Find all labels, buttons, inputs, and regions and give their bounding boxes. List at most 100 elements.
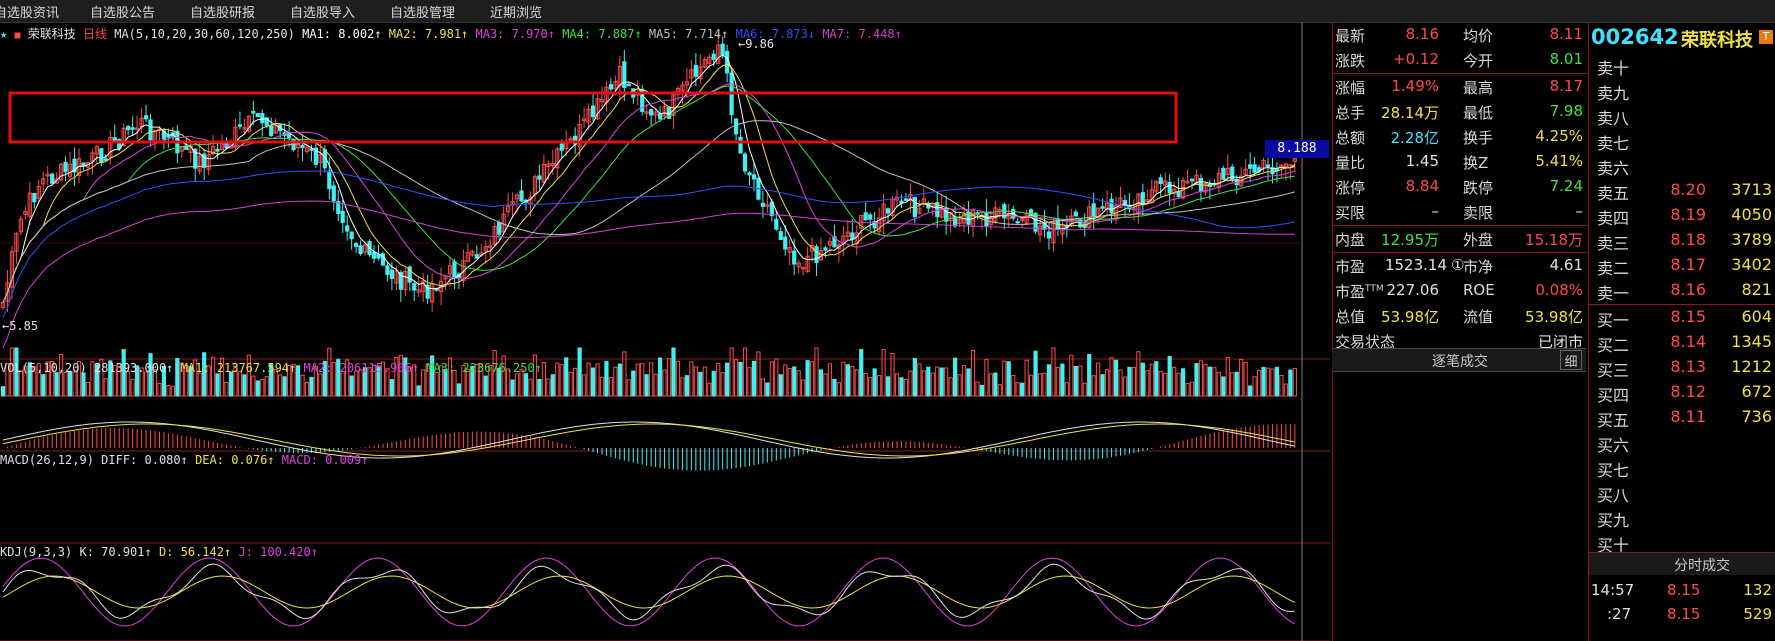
volume-bar [617, 363, 622, 397]
trade-details-bar[interactable]: 逐笔成交 细 [1332, 348, 1586, 372]
tick-time: 14:57 [1591, 581, 1635, 599]
tab-watchlist-news[interactable]: 自选股资讯 [0, 2, 59, 21]
buy-level-row[interactable]: 买七 [1589, 455, 1775, 480]
volume-bar [979, 384, 985, 397]
buy-level-row[interactable]: 买二 8.14 1345 [1589, 330, 1775, 355]
sell-level-row[interactable]: 卖九 [1589, 78, 1775, 103]
quote-label: 今开 [1463, 52, 1494, 70]
quote-value: – [1431, 202, 1440, 220]
sell-level-row[interactable]: 卖二 8.17 3402 [1589, 253, 1775, 278]
buy-level-row[interactable]: 买九 [1589, 505, 1775, 530]
tab-watchlist-import[interactable]: 自选股导入 [290, 2, 355, 21]
quote-value: 53.98亿 [1525, 308, 1583, 326]
tab-watchlist-research[interactable]: 自选股研报 [190, 2, 255, 21]
candle-body [1221, 167, 1226, 180]
candle-body [1046, 231, 1052, 239]
ma-line [2, 63, 1295, 303]
sell-level-row[interactable]: 卖四 8.19 4050 [1589, 203, 1775, 228]
volume-bar [760, 378, 765, 397]
ma-line [2, 85, 1295, 303]
sell-level-row[interactable]: 卖八 [1589, 103, 1775, 128]
volume-bar [1037, 373, 1043, 397]
ticks-header[interactable]: 分时成交 [1589, 553, 1775, 575]
volume-bar [872, 368, 877, 397]
volume-bar [54, 372, 59, 397]
volume-bar [613, 366, 618, 397]
volume-bar [1216, 371, 1221, 397]
quote-value: – [1575, 202, 1584, 220]
tick-time: :27 [1607, 605, 1632, 623]
tab-recent-browse[interactable]: 近期浏览 [490, 2, 542, 21]
trades-tab[interactable]: 逐笔成交 [1432, 351, 1488, 371]
period-label[interactable]: 日线 [83, 27, 107, 41]
tab-watchlist-announcements[interactable]: 自选股公告 [90, 2, 155, 21]
candle-body [81, 162, 86, 167]
sell-level-row[interactable]: 卖七 [1589, 128, 1775, 153]
kdj-d-line [2, 575, 1296, 609]
volume-bar [961, 364, 967, 397]
buy-level-label: 买四 [1597, 386, 1630, 405]
volume-bar [1221, 376, 1226, 397]
buy-level-row[interactable]: 买六 [1589, 430, 1775, 455]
quote-row: 总手 28.14万 最低 7.98 [1333, 100, 1587, 124]
volume-bar [1189, 381, 1195, 397]
volume-bar [1158, 370, 1163, 397]
buy-level-row[interactable]: 买三 8.13 1212 [1589, 355, 1775, 380]
financing-t-icon[interactable]: T [1759, 30, 1773, 44]
quote-separator [1333, 252, 1587, 253]
candle-body [130, 127, 135, 130]
tab-watchlist-manage[interactable]: 自选股管理 [390, 2, 455, 21]
volume-bar [143, 371, 149, 397]
kdj-value-2: D: 56.142↑ [151, 545, 232, 559]
volume-bar [1270, 368, 1275, 397]
quote-value: 8.16 [1405, 25, 1439, 43]
volume-bar [573, 367, 578, 397]
sell-level-row[interactable]: 卖五 8.20 3713 [1589, 178, 1775, 203]
quote-label: 量比 [1335, 154, 1366, 172]
volume-bar [242, 374, 247, 397]
volume-bar [41, 374, 46, 397]
volume-bar [1180, 368, 1186, 397]
volume-bar [657, 357, 663, 397]
candle-body [537, 175, 542, 180]
sell-level-volume: 4050 [1731, 205, 1772, 224]
volume-bar [304, 381, 310, 397]
buy-level-row[interactable]: 买五 8.11 736 [1589, 405, 1775, 430]
sell-level-row[interactable]: 卖一 8.16 821 [1589, 278, 1775, 303]
kline-chart-area[interactable]: ★ ■ 荣联科技 日线 MA(5,10,20,30,60,120,250) MA… [0, 22, 1330, 641]
volume-bar [926, 366, 931, 397]
candle-body [774, 218, 779, 230]
quote-value: +0.12 [1393, 50, 1439, 68]
quote-label: 总值 [1335, 308, 1366, 326]
sell-level-row[interactable]: 卖六 [1589, 153, 1775, 178]
book-header: 002642 荣联科技 T [1589, 22, 1775, 52]
volume-bar [626, 379, 631, 397]
volume-bar [1082, 382, 1087, 397]
volume-bar [1261, 366, 1266, 397]
buy-level-row[interactable]: 买八 [1589, 480, 1775, 505]
candle-body [255, 113, 260, 118]
volume-bar [680, 377, 685, 397]
candle-body [1091, 203, 1096, 217]
buy-level-label: 买六 [1597, 436, 1630, 455]
volume-bar [260, 379, 265, 397]
quote-value: 53.98亿 [1381, 308, 1439, 326]
candle-body [251, 110, 256, 114]
volume-bar [1194, 363, 1199, 397]
volume-bar [1163, 372, 1168, 397]
candle-body [608, 84, 614, 90]
volume-bar [1252, 376, 1257, 397]
candle-body [711, 53, 716, 60]
quote-value: 12.95万 [1381, 231, 1439, 249]
detail-button[interactable]: 细 [1560, 350, 1582, 370]
quote-value: 1.49% [1391, 77, 1439, 95]
sell-level-label: 卖一 [1597, 284, 1630, 303]
ma-line [2, 200, 1295, 348]
buy-level-row[interactable]: 买一 8.15 604 [1589, 305, 1775, 330]
candle-body [519, 190, 524, 202]
candle-body [850, 232, 855, 240]
sell-level-row[interactable]: 卖十 [1589, 53, 1775, 78]
buy-level-row[interactable]: 买四 8.12 672 [1589, 380, 1775, 405]
volume-bar [649, 362, 654, 397]
sell-level-row[interactable]: 卖三 8.18 3789 [1589, 228, 1775, 253]
